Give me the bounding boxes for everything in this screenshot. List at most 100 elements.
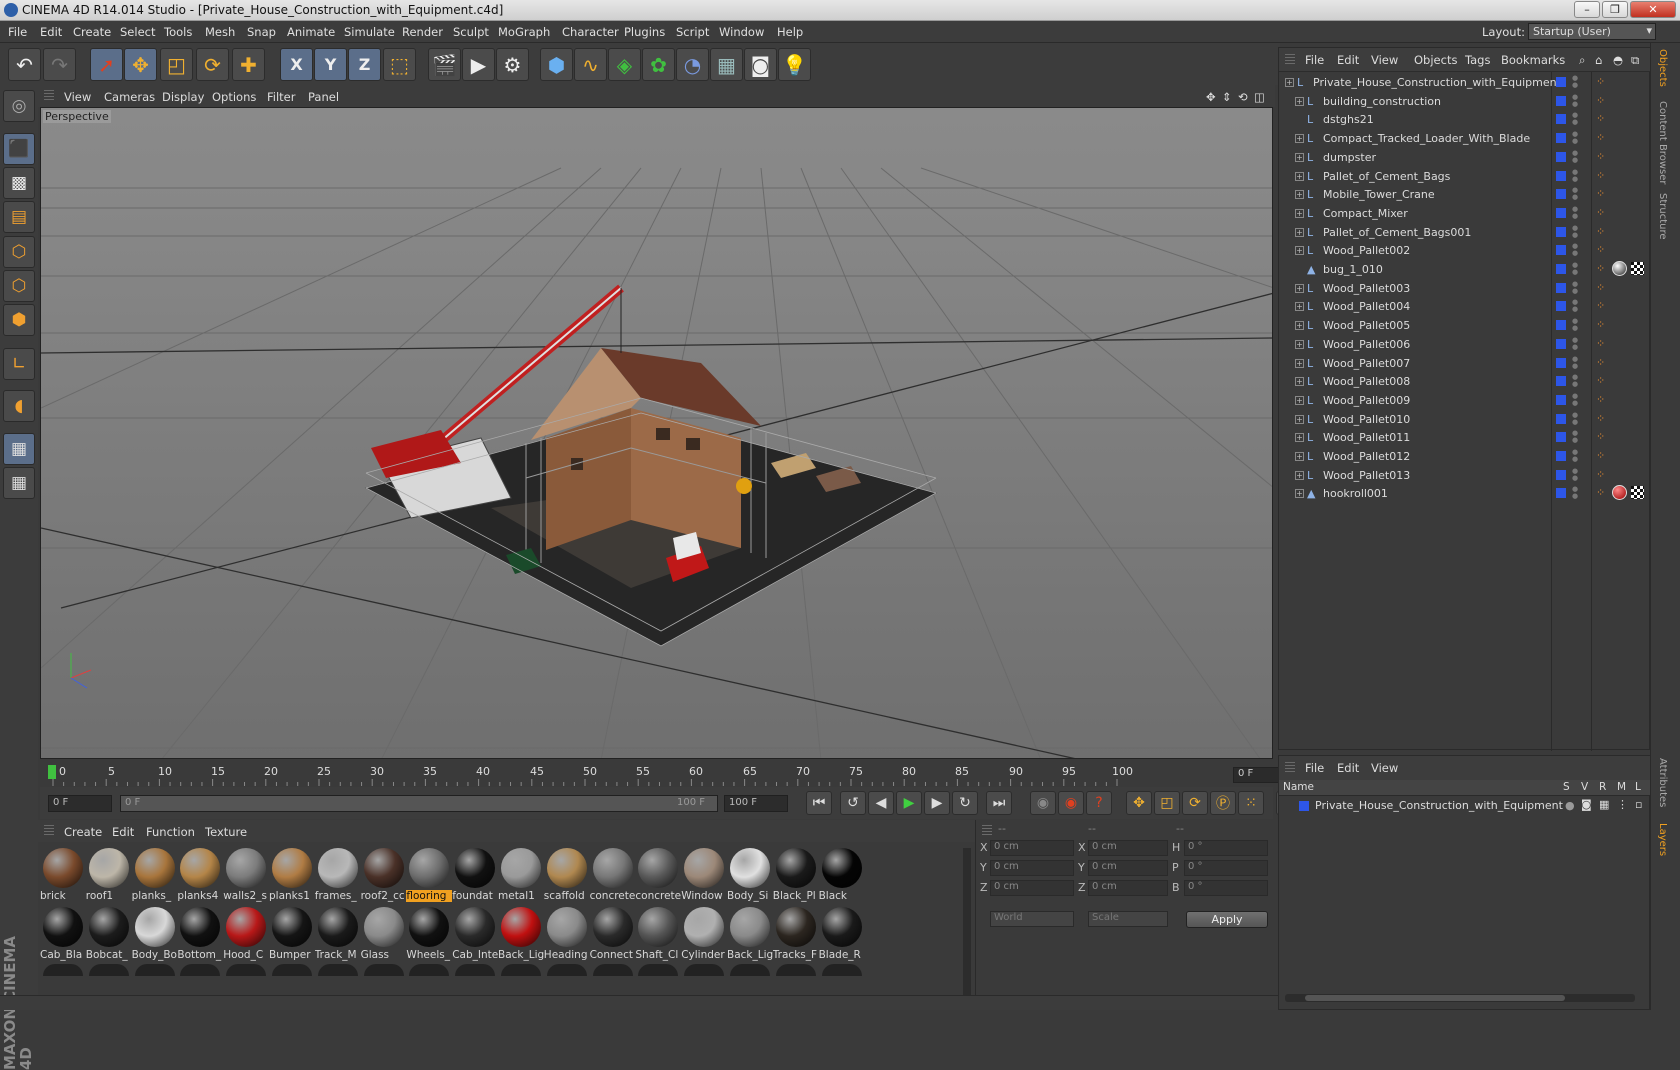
object-name[interactable]: Compact_Mixer [1323, 207, 1408, 220]
material-swatch-partial[interactable] [88, 964, 129, 976]
next-frame-icon[interactable]: ▶ [924, 791, 950, 815]
layer-color-swatch[interactable] [1556, 394, 1566, 405]
visibility-dots-icon[interactable]: ● ● [1572, 75, 1578, 89]
visibility-dots-icon[interactable]: ● ● [1572, 355, 1578, 370]
phong-tag-icon[interactable]: ⁘ [1596, 299, 1605, 312]
layer-color-swatch[interactable] [1556, 413, 1566, 424]
object-row[interactable]: + L Pallet_of_Cement_Bags001 ● ● ⁘ [1279, 222, 1651, 242]
phong-tag-icon[interactable]: ⁘ [1596, 449, 1605, 462]
object-name[interactable]: Wood_Pallet004 [1323, 300, 1410, 313]
material-swatch[interactable]: Black_Pl [773, 846, 819, 904]
close-button[interactable]: ✕ [1630, 1, 1676, 18]
next-key-icon[interactable]: ↻ [952, 791, 978, 815]
viewport-menu-options[interactable]: Options [212, 90, 256, 104]
menu-edit[interactable]: Edit [40, 25, 62, 39]
end-frame-field[interactable]: 100 F [724, 795, 788, 812]
position-z-field[interactable]: 0 cm [990, 880, 1074, 896]
snap-grid-icon[interactable]: ▦ [3, 433, 35, 465]
material-swatch[interactable]: Black [819, 846, 865, 904]
phong-tag-icon[interactable]: ⁘ [1596, 412, 1605, 425]
expand-toggle-icon[interactable]: + [1295, 134, 1304, 144]
material-swatch[interactable]: Bobcat_ [86, 905, 132, 963]
visibility-dots-icon[interactable]: ● ● [1572, 131, 1578, 145]
material-swatch[interactable]: Shaft_Cl [635, 905, 681, 963]
material-swatch[interactable]: walls2_s [223, 846, 269, 904]
scrollbar-thumb[interactable] [1305, 995, 1565, 1001]
material-swatch-partial[interactable] [638, 964, 679, 976]
material-swatch[interactable]: Window [681, 846, 727, 904]
object-row[interactable]: ▲ bug_1_010 ● ● ⁘ [1279, 259, 1651, 279]
viewport-rotate-icon[interactable]: ⟲ [1238, 90, 1248, 104]
material-swatch-partial[interactable] [409, 964, 450, 976]
object-name[interactable]: dstghs21 [1323, 113, 1374, 126]
phong-tag-icon[interactable]: ⁘ [1596, 374, 1605, 387]
menu-help[interactable]: Help [777, 25, 803, 39]
object-name[interactable]: dumpster [1323, 151, 1376, 164]
material-swatch[interactable]: Connect [590, 905, 636, 963]
texture-mode-icon[interactable]: ▩ [3, 167, 35, 199]
layout-select[interactable]: Startup (User) ▾ [1528, 23, 1656, 40]
visibility-dots-icon[interactable]: ● ● [1572, 205, 1578, 220]
object-row[interactable]: + L Wood_Pallet010 ● ● ⁘ [1279, 409, 1651, 429]
layer-color-swatch[interactable] [1556, 77, 1566, 87]
visibility-dots-icon[interactable]: ● ● [1572, 93, 1578, 108]
subdivision-icon[interactable]: ◈ [608, 48, 641, 81]
material-swatch[interactable]: roof2_cc [361, 846, 407, 904]
material-menu-create[interactable]: Create [64, 825, 102, 839]
material-swatch-partial[interactable] [455, 964, 496, 976]
object-row[interactable]: + L Wood_Pallet011 ● ● ⁘ [1279, 427, 1651, 447]
layer-color-swatch[interactable] [1556, 320, 1566, 331]
layer-color-swatch[interactable] [1556, 189, 1566, 200]
add-icon[interactable]: ✚ [232, 48, 265, 81]
menu-mograph[interactable]: MoGraph [498, 25, 550, 39]
workplane-mode-icon[interactable]: ▤ [3, 201, 35, 233]
go-to-start-icon[interactable]: ⏮ [806, 791, 832, 815]
layer-color-swatch[interactable] [1556, 469, 1566, 480]
expand-toggle-icon[interactable]: + [1295, 96, 1304, 106]
layer-menu-edit[interactable]: Edit [1337, 761, 1359, 775]
material-swatch-partial[interactable] [775, 964, 816, 976]
perspective-viewport[interactable]: Perspective [40, 107, 1273, 759]
phong-tag-icon[interactable]: ⁘ [1596, 225, 1605, 238]
expand-toggle-icon[interactable]: + [1295, 452, 1304, 461]
material-swatch-partial[interactable] [134, 964, 175, 976]
position-y-field[interactable]: 0 cm [990, 860, 1074, 876]
object-row[interactable]: + L Wood_Pallet012 ● ● ⁘ [1279, 446, 1651, 466]
material-swatch[interactable]: scaffold [544, 846, 590, 904]
go-to-end-icon[interactable]: ⏭ [986, 791, 1012, 815]
phong-tag-icon[interactable]: ⁘ [1596, 468, 1605, 481]
object-row[interactable]: + Ldumpster ● ● ⁘ [1279, 147, 1651, 167]
object-row[interactable]: + L Wood_Pallet008 ● ● ⁘ [1279, 371, 1651, 391]
home-icon[interactable]: ⌂ [1595, 53, 1602, 67]
material-swatch[interactable]: Cab_Inte [452, 905, 498, 963]
visibility-dots-icon[interactable]: ● ● [1572, 299, 1578, 313]
object-name[interactable]: Mobile_Tower_Crane [1323, 188, 1435, 201]
phong-tag-icon[interactable]: ⁘ [1596, 393, 1605, 406]
visibility-dots-icon[interactable]: ● ● [1572, 374, 1578, 388]
layer-color-swatch[interactable] [1556, 133, 1566, 144]
material-swatch[interactable]: concrete [590, 846, 636, 904]
layer-color-swatch[interactable] [1556, 264, 1566, 274]
visibility-dots-icon[interactable]: ● ● [1572, 392, 1578, 407]
menu-script[interactable]: Script [676, 25, 709, 39]
material-menu-function[interactable]: Function [146, 825, 195, 839]
material-swatch-partial[interactable] [821, 964, 862, 976]
object-row[interactable]: + L Mobile_Tower_Crane ● ● ⁘ [1279, 184, 1651, 204]
array-icon[interactable]: ✿ [642, 48, 675, 81]
layer-color-swatch[interactable] [1556, 170, 1566, 181]
object-menu-tags[interactable]: Tags [1465, 53, 1490, 67]
material-swatch-partial[interactable] [684, 964, 725, 976]
expand-toggle-icon[interactable]: + [1295, 152, 1304, 162]
layer-color-swatch[interactable] [1556, 245, 1566, 256]
live-selection-icon[interactable]: ➚ [90, 48, 123, 81]
layer-color-swatch[interactable] [1556, 226, 1566, 237]
material-swatch[interactable]: Glass [361, 905, 407, 963]
tab-attributes[interactable]: Attributes [1657, 758, 1668, 807]
material-swatch[interactable]: Blade_R [819, 905, 865, 963]
material-swatch[interactable]: planks4 [177, 846, 223, 904]
menu-snap[interactable]: Snap [247, 25, 276, 39]
visibility-dots-icon[interactable]: ● ● [1572, 411, 1578, 426]
phong-tag-icon[interactable]: ⁘ [1596, 169, 1605, 182]
layer-menu-file[interactable]: File [1305, 761, 1324, 775]
visibility-dots-icon[interactable]: ● ● [1572, 262, 1578, 276]
